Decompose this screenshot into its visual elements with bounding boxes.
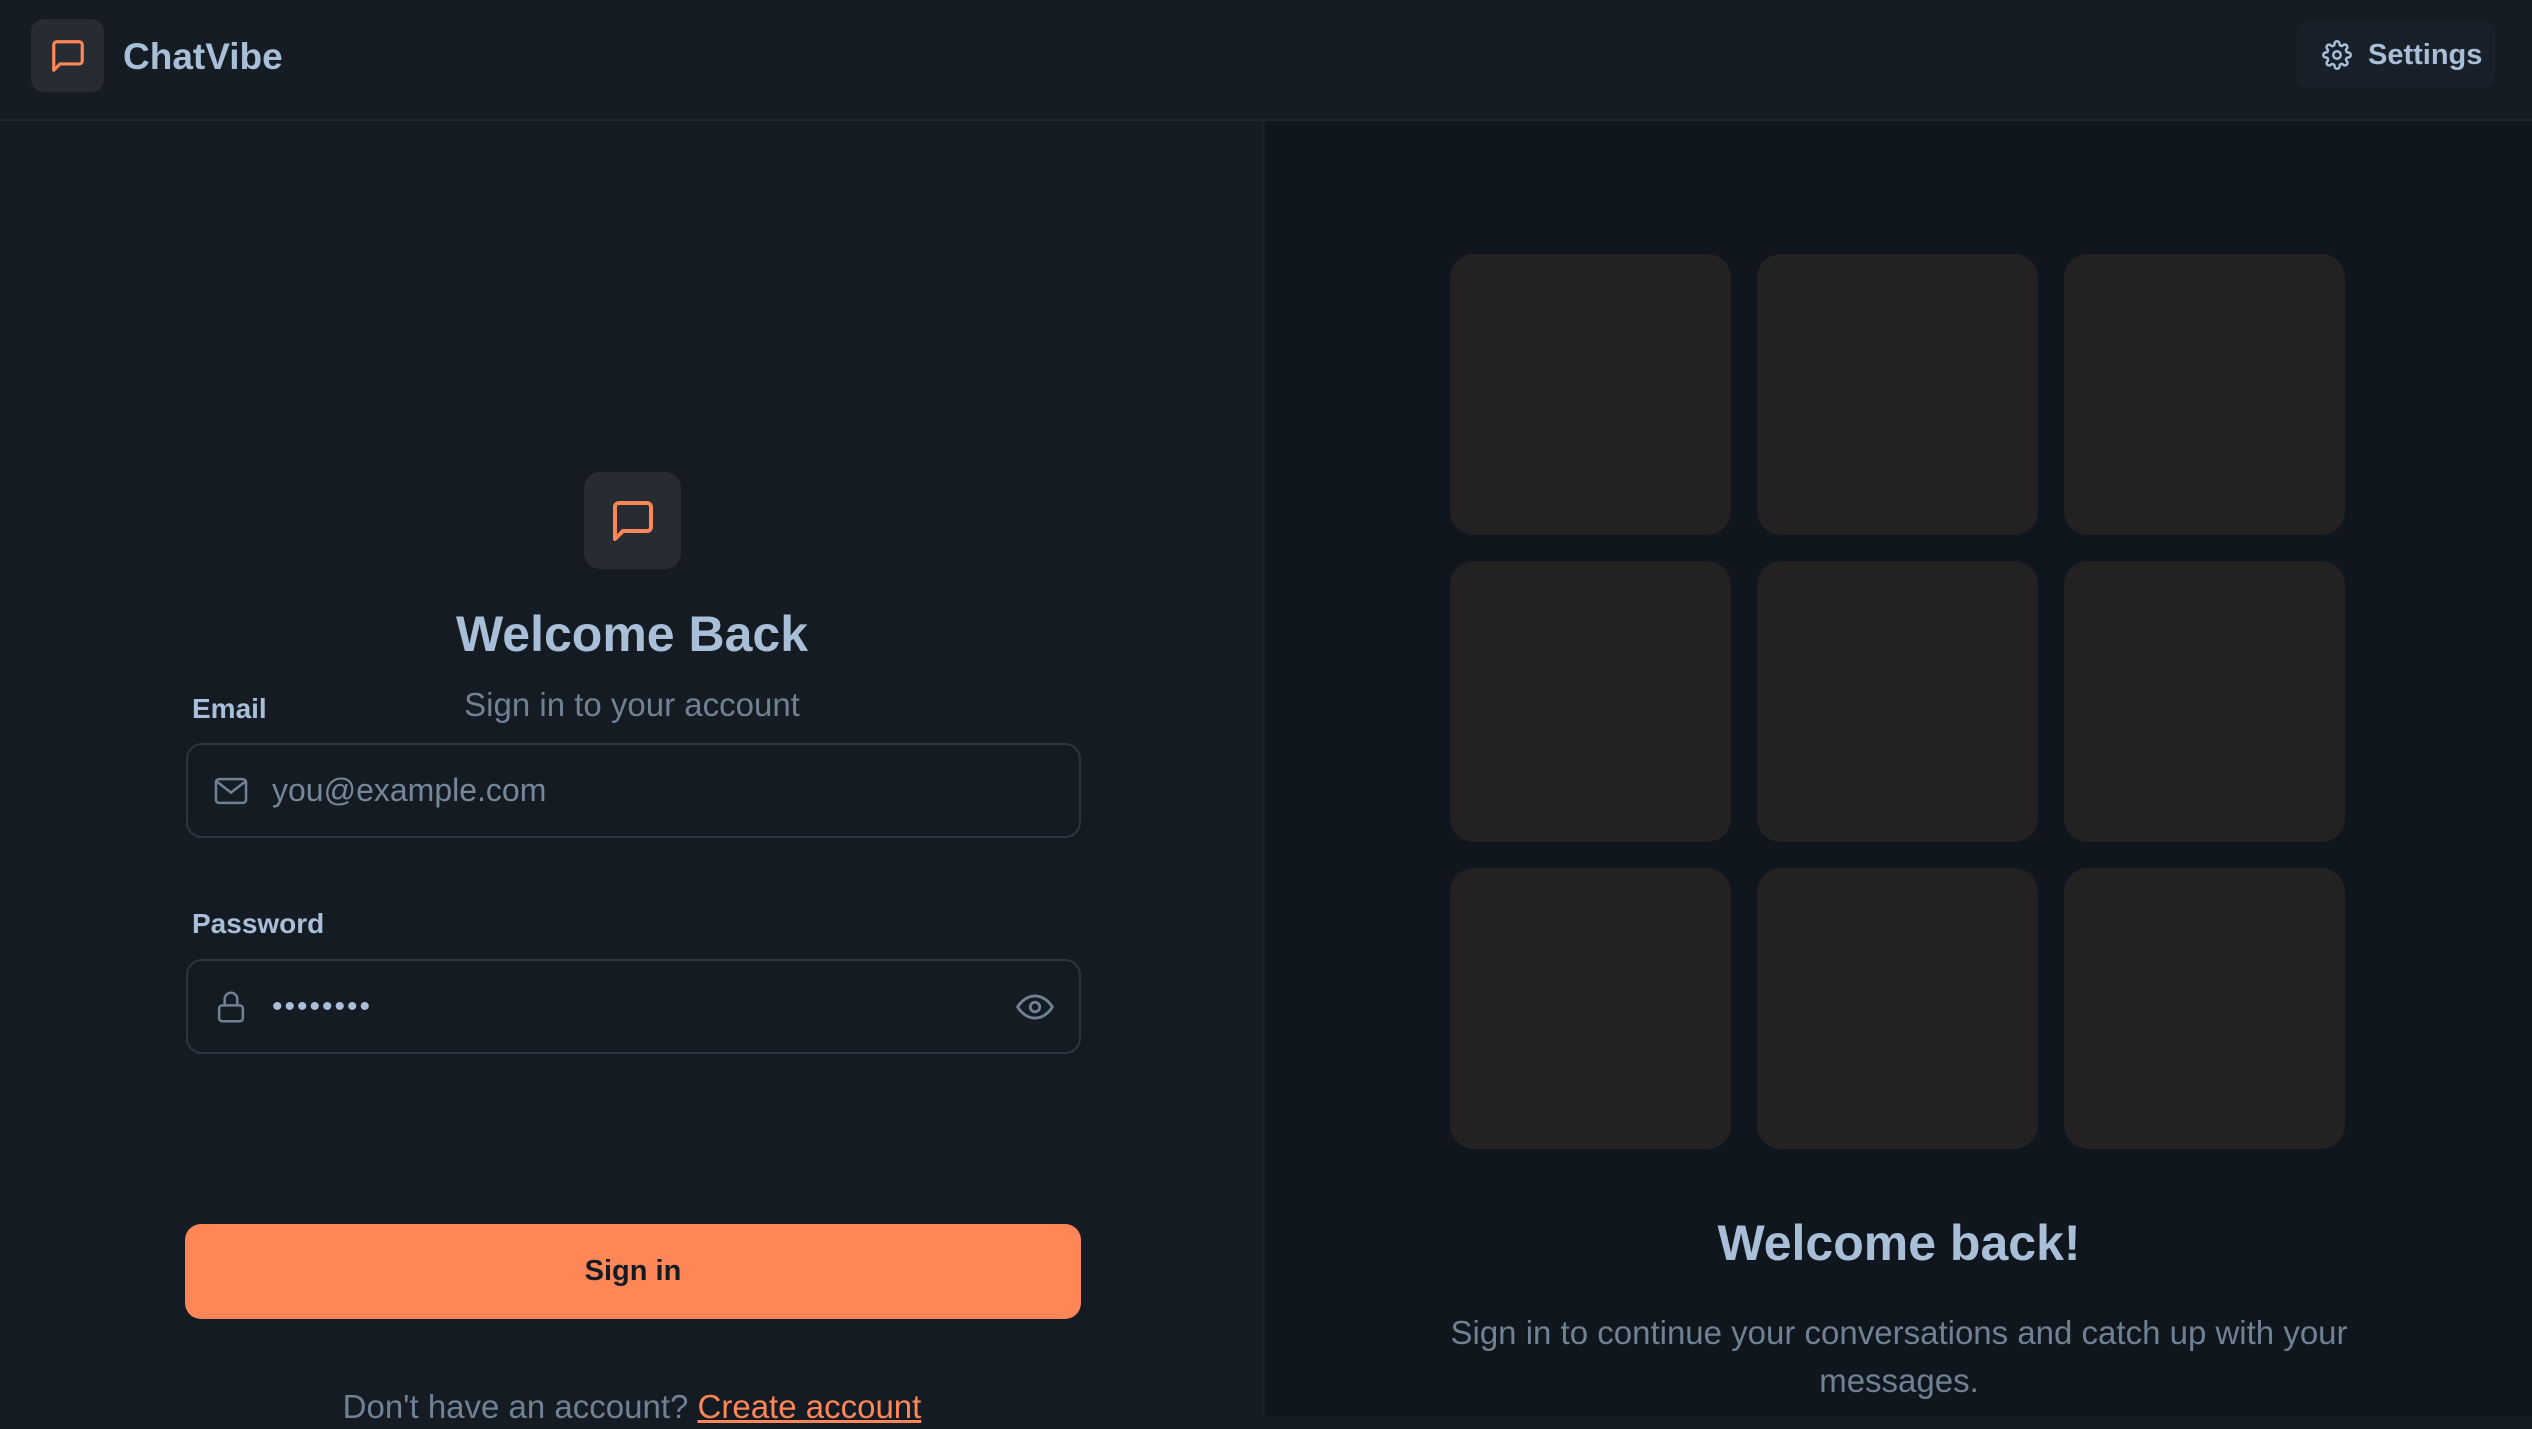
- promo-panel: Welcome back! Sign in to continue your c…: [1266, 121, 2532, 1416]
- password-field[interactable]: ••••••••: [186, 959, 1081, 1054]
- brand-logo[interactable]: [31, 19, 104, 92]
- eye-icon[interactable]: [1015, 988, 1055, 1026]
- settings-button[interactable]: Settings: [2296, 22, 2495, 88]
- chat-bubble-icon: [51, 39, 84, 72]
- signup-prompt: Don't have an account? Create account: [0, 1385, 1264, 1429]
- promo-title: Welcome back!: [1717, 1215, 2081, 1271]
- promo-text: Sign in to continue your conversations a…: [1450, 1314, 2348, 1399]
- create-account-link[interactable]: Create account: [698, 1388, 922, 1425]
- promo-tile: [1757, 254, 2038, 535]
- sign-in-button[interactable]: Sign in: [185, 1224, 1081, 1319]
- gear-icon: [2322, 40, 2352, 70]
- brand-name: ChatVibe: [123, 36, 283, 77]
- password-label: Password: [192, 908, 325, 939]
- login-logo: [584, 472, 681, 569]
- promo-tile: [1757, 868, 2038, 1149]
- settings-label: Settings: [2368, 38, 2483, 71]
- signup-prompt-text: Don't have an account?: [342, 1388, 689, 1425]
- promo-tile: [1450, 868, 1731, 1149]
- promo-tile: [2064, 868, 2345, 1149]
- promo-tile: [2064, 254, 2345, 535]
- promo-tile: [2064, 561, 2345, 842]
- login-subtitle: Sign in to your account: [464, 686, 800, 723]
- email-label: Email: [192, 693, 267, 724]
- promo-tile-grid: [1450, 254, 2346, 1150]
- login-title: Welcome Back: [455, 606, 809, 662]
- email-input[interactable]: [272, 760, 1079, 821]
- login-panel: Welcome Back Sign in to your account Ema…: [0, 121, 1264, 1425]
- promo-tile: [1450, 254, 1731, 535]
- top-bar: ChatVibe Settings: [0, 0, 2532, 121]
- promo-tile: [1450, 561, 1731, 842]
- mail-icon: [210, 772, 252, 810]
- chat-bubble-icon: [612, 500, 653, 541]
- password-input[interactable]: ••••••••: [272, 990, 1015, 1024]
- email-field[interactable]: [186, 743, 1081, 838]
- promo-tile: [1757, 561, 2038, 842]
- lock-icon: [210, 988, 252, 1026]
